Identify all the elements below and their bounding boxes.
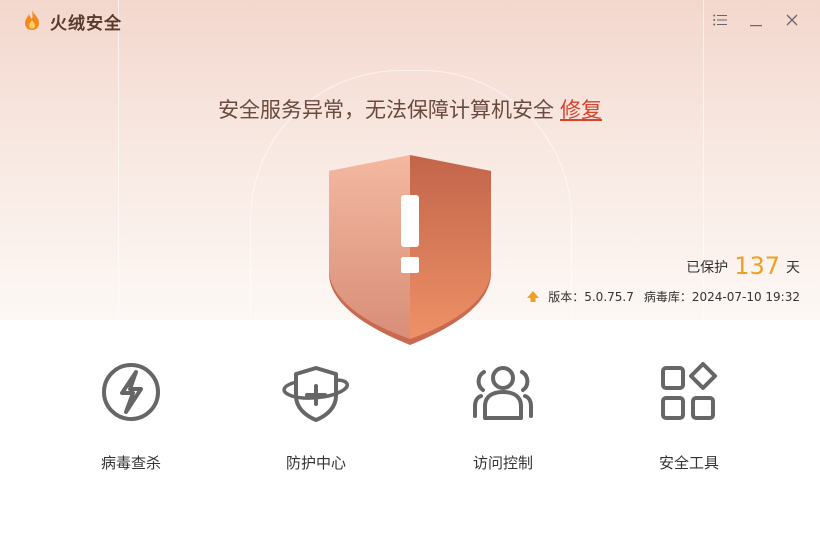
fix-link[interactable]: 修复 (560, 98, 602, 122)
security-tools-icon (661, 362, 717, 420)
app-name: 火绒安全 (50, 14, 122, 34)
minimize-icon (750, 25, 762, 27)
tool-grid: 病毒查杀 防护中心 访问控制 安全工具 (0, 360, 820, 500)
protected-days-count: 137 (734, 252, 780, 280)
protected-days: 已保护 137 天 (686, 252, 800, 280)
tool-protection-center[interactable]: 防护中心 (246, 360, 386, 473)
tool-virus-scan[interactable]: 病毒查杀 (61, 360, 201, 473)
version-label: 版本：5.0.75.7 (548, 290, 634, 304)
virus-db-label: 病毒库：2024-07-10 19:32 (643, 290, 800, 304)
tool-label: 病毒查杀 (100, 454, 161, 472)
tool-label: 安全工具 (658, 454, 719, 472)
virus-scan-icon (102, 363, 160, 421)
close-icon (786, 14, 798, 26)
minimize-button[interactable] (746, 10, 766, 30)
title-bar[interactable]: 火绒安全 (0, 0, 820, 40)
access-control-icon (473, 366, 533, 420)
status-headline: 安全服务异常，无法保障计算机安全 修复 (0, 94, 820, 124)
tool-label: 访问控制 (472, 454, 533, 472)
protected-prefix: 已保护 (686, 260, 729, 276)
version-info: 版本：5.0.75.7 病毒库：2024-07-10 19:32 (526, 288, 800, 305)
update-arrow-icon[interactable] (526, 290, 540, 304)
flame-logo-icon (25, 10, 39, 30)
protected-suffix: 天 (786, 260, 800, 276)
menu-button[interactable] (710, 10, 730, 30)
tool-security-tools[interactable]: 安全工具 (619, 360, 759, 473)
status-message: 安全服务异常，无法保障计算机安全 (218, 98, 554, 122)
close-button[interactable] (782, 10, 802, 30)
warning-shield-icon (329, 155, 491, 355)
tool-access-control[interactable]: 访问控制 (433, 360, 573, 473)
tool-label: 防护中心 (285, 454, 346, 472)
menu-icon (713, 14, 727, 26)
protection-center-icon (282, 366, 349, 422)
